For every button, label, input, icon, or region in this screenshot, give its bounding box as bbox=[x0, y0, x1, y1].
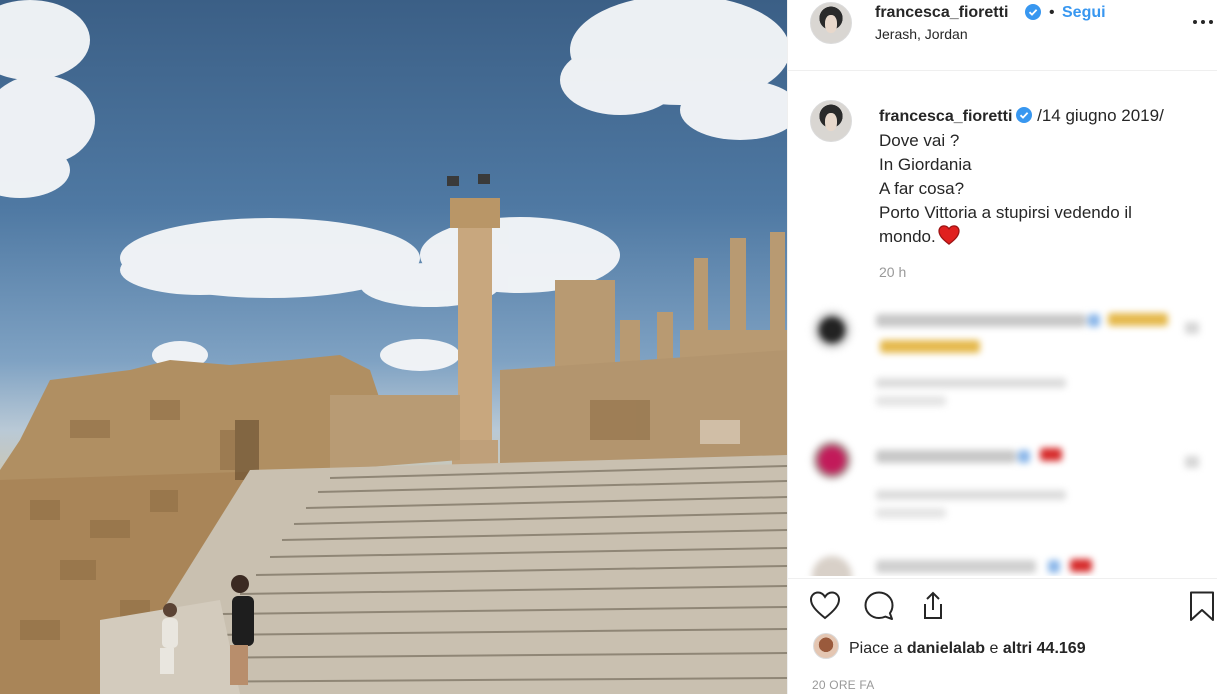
author-avatar[interactable] bbox=[810, 2, 852, 44]
blurred-meta bbox=[876, 396, 946, 406]
blurred-emoji bbox=[1070, 559, 1092, 572]
post-location[interactable]: Jerash, Jordan bbox=[875, 26, 968, 42]
like-heart-icon[interactable] bbox=[808, 589, 842, 623]
caption-line: In Giordania bbox=[879, 155, 972, 174]
blurred-text bbox=[876, 450, 1016, 463]
blurred-meta bbox=[876, 490, 1066, 500]
red-heart-icon bbox=[938, 225, 960, 245]
comment-avatar[interactable] bbox=[812, 440, 852, 480]
blurred-text bbox=[876, 560, 1036, 573]
comment-avatar[interactable] bbox=[812, 310, 852, 350]
caption-line: Porto Vittoria a stupirsi vedendo il bbox=[879, 203, 1132, 222]
comment-icon[interactable] bbox=[862, 589, 896, 623]
caption-line-last: mondo. bbox=[879, 225, 1209, 249]
caption-avatar[interactable] bbox=[810, 100, 852, 142]
post-header: francesca_fioretti • Segui Jerash, Jorda… bbox=[788, 0, 1217, 71]
blurred-emoji bbox=[1108, 313, 1168, 326]
comment-like-icon[interactable] bbox=[1185, 322, 1199, 334]
post-actions bbox=[788, 578, 1217, 634]
caption-line-text: mondo. bbox=[879, 227, 936, 246]
likes-prefix: Piace a bbox=[849, 640, 907, 657]
blurred-emoji bbox=[1040, 448, 1062, 461]
comment-avatar[interactable] bbox=[812, 556, 852, 576]
post-caption: francesca_fioretti /14 giugno 2019/ Dove… bbox=[879, 104, 1209, 249]
caption-time: 20 h bbox=[879, 264, 907, 280]
caption-username[interactable]: francesca_fioretti bbox=[879, 108, 1012, 125]
likes-text[interactable]: Piace a danielalab e altri 44.169 bbox=[849, 640, 1086, 658]
likes-count[interactable]: altri 44.169 bbox=[1003, 640, 1086, 657]
comment-like-icon[interactable] bbox=[1185, 456, 1199, 468]
liker-username[interactable]: danielalab bbox=[907, 640, 985, 657]
caption-line: A far cosa? bbox=[879, 179, 965, 198]
blurred-text bbox=[876, 314, 1086, 327]
caption-date: /14 giugno 2019/ bbox=[1037, 106, 1164, 125]
blurred-text bbox=[1018, 450, 1030, 463]
verified-badge-icon bbox=[1016, 107, 1033, 123]
more-options-icon[interactable] bbox=[1188, 12, 1217, 32]
bookmark-icon[interactable] bbox=[1185, 589, 1217, 623]
caption-line: Dove vai ? bbox=[879, 131, 960, 150]
comment-item bbox=[788, 300, 1217, 420]
blurred-text bbox=[1088, 314, 1100, 327]
verified-badge-icon bbox=[1025, 4, 1041, 20]
comment-item bbox=[788, 548, 1217, 576]
likes-middle: e bbox=[985, 640, 1003, 657]
blurred-meta bbox=[876, 508, 946, 518]
liker-avatar[interactable] bbox=[813, 633, 839, 659]
blurred-text bbox=[1048, 560, 1060, 573]
author-username[interactable]: francesca_fioretti bbox=[875, 4, 1008, 22]
jerash-ruins-photo bbox=[0, 0, 787, 694]
follow-button[interactable]: Segui bbox=[1062, 4, 1106, 22]
blurred-meta bbox=[876, 378, 1066, 388]
post-photo[interactable] bbox=[0, 0, 787, 694]
post-side-panel: francesca_fioretti • Segui Jerash, Jorda… bbox=[787, 0, 1217, 694]
share-icon[interactable] bbox=[916, 589, 950, 623]
blurred-emoji bbox=[880, 340, 980, 353]
separator-dot: • bbox=[1049, 4, 1055, 21]
post-timestamp: 20 ORE FA bbox=[812, 678, 875, 692]
likes-summary: Piace a danielalab e altri 44.169 bbox=[788, 630, 1217, 666]
comment-item bbox=[788, 430, 1217, 540]
